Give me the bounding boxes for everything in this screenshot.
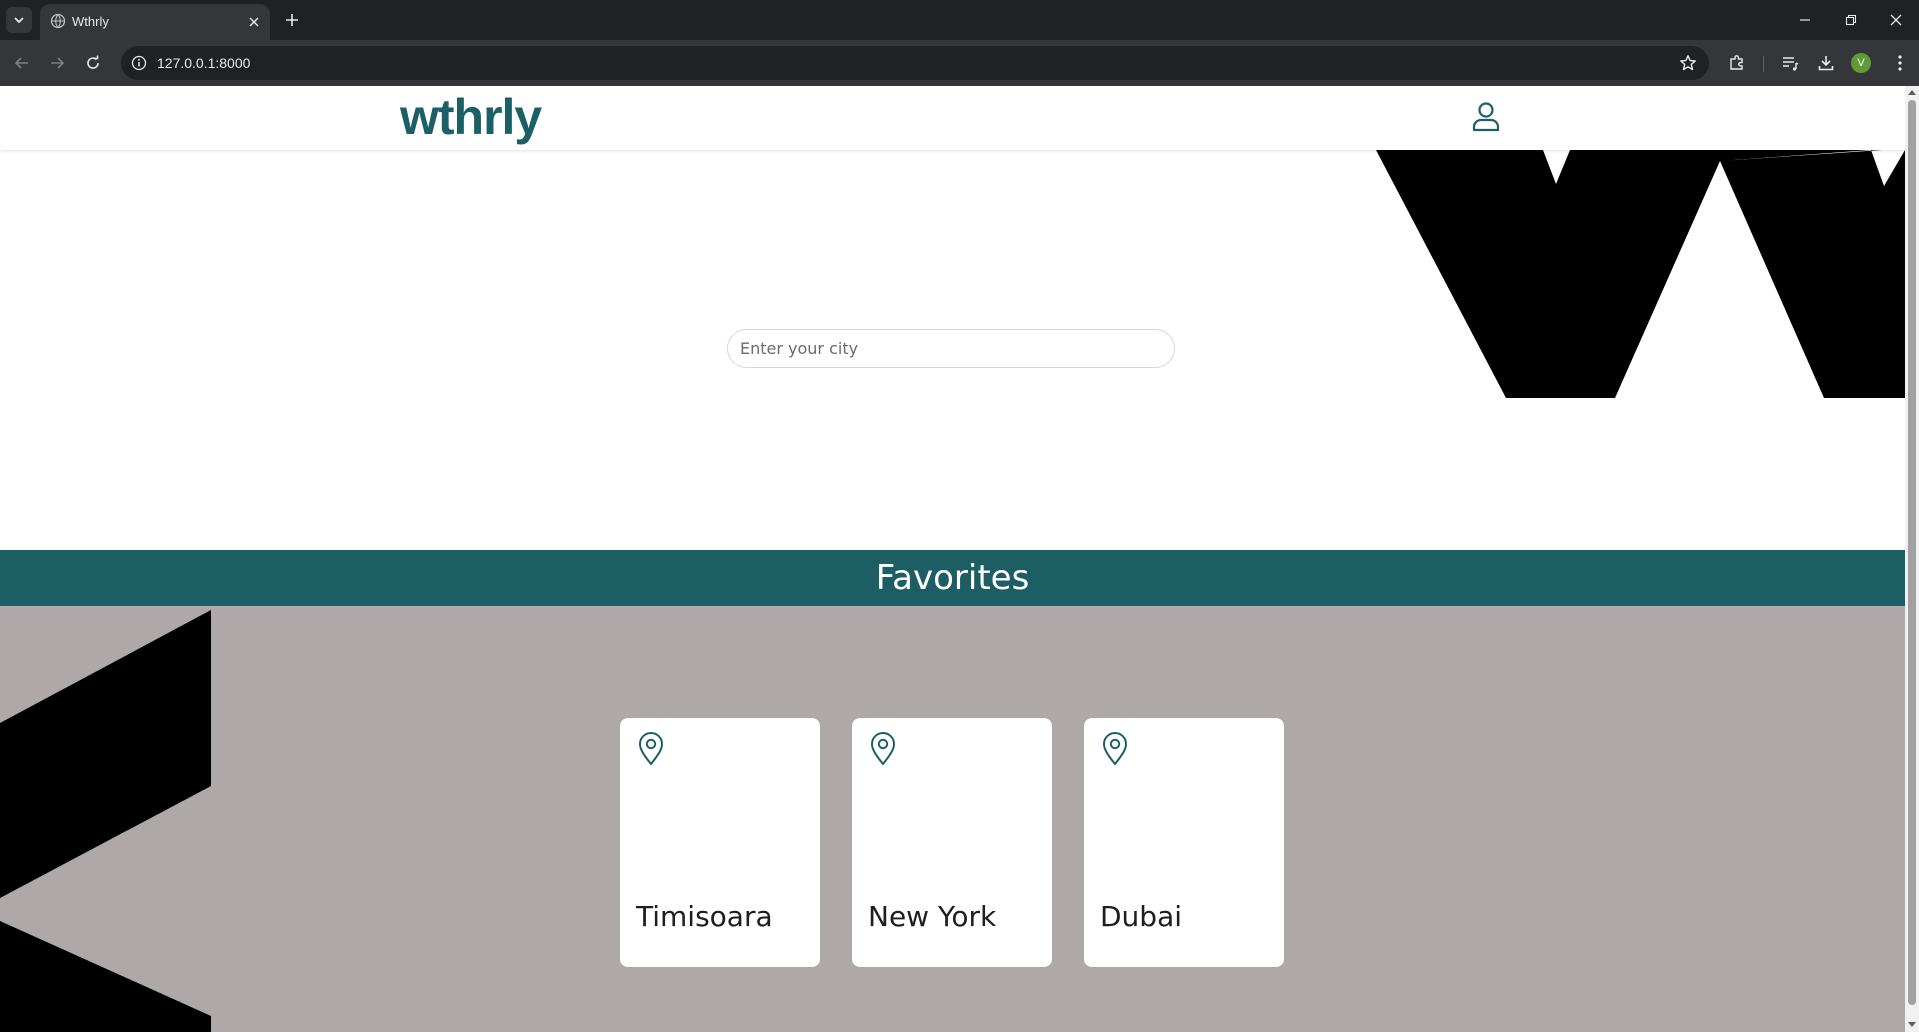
minimize-button[interactable] [1785, 6, 1825, 34]
reload-icon [87, 55, 99, 69]
browser-tab-bar: Wthrly [0, 0, 1919, 40]
restore-icon [1845, 14, 1857, 26]
favorite-card[interactable]: New York [852, 718, 1052, 967]
decorative-k-shape [0, 610, 211, 1032]
url-text[interactable]: 127.0.0.1:8000 [157, 55, 250, 71]
scroll-down-arrow[interactable] [1908, 1022, 1916, 1027]
playlist-icon [1783, 57, 1799, 71]
favorite-city-name: New York [868, 900, 997, 933]
profile-avatar[interactable]: V [1851, 53, 1871, 73]
puzzle-icon [1730, 55, 1743, 70]
back-button[interactable] [10, 51, 34, 75]
download-icon [1818, 56, 1834, 71]
browser-menu-button[interactable] [1889, 52, 1911, 74]
arrow-left-icon [14, 57, 28, 69]
extensions-button[interactable] [1726, 52, 1748, 74]
browser-toolbar: 127.0.0.1:8000 V [0, 40, 1919, 86]
page-scrollbar[interactable] [1905, 86, 1919, 1032]
favorites-header: Favorites [0, 550, 1905, 606]
location-pin-icon [871, 732, 895, 765]
plus-icon [286, 14, 298, 26]
favorites-section: Timisoara New York Dubai [0, 606, 1905, 1032]
close-icon [1890, 14, 1902, 26]
favorite-city-name: Dubai [1100, 900, 1183, 933]
location-pin-icon [1103, 732, 1127, 765]
favorite-card[interactable]: Timisoara [620, 718, 820, 967]
minimize-icon [1800, 19, 1810, 21]
downloads-button[interactable] [1815, 52, 1837, 74]
scroll-thumb[interactable] [1908, 100, 1916, 1005]
browser-tab[interactable]: Wthrly [40, 4, 270, 40]
forward-button[interactable] [45, 51, 69, 75]
favorite-card[interactable]: Dubai [1084, 718, 1284, 967]
chevron-down-icon [14, 17, 24, 24]
globe-icon [50, 13, 66, 29]
favorite-city-name: Timisoara [636, 900, 773, 933]
user-profile-icon[interactable] [1471, 101, 1501, 133]
tab-title: Wthrly [72, 14, 109, 29]
new-tab-button[interactable] [280, 8, 304, 32]
close-icon [249, 17, 259, 27]
scroll-up-arrow[interactable] [1908, 90, 1916, 95]
close-window-button[interactable] [1876, 6, 1916, 34]
favorites-title: Favorites [875, 558, 1030, 598]
hero-section [0, 150, 1905, 550]
more-vertical-icon [1898, 55, 1902, 71]
toolbar-divider [1763, 56, 1764, 72]
tab-search-button[interactable] [6, 7, 32, 33]
address-bar[interactable]: 127.0.0.1:8000 [121, 46, 1709, 80]
site-logo[interactable]: wthrly [400, 88, 542, 146]
site-header: wthrly [0, 86, 1905, 150]
page-viewport: wthrly Favorites Timisoara [0, 86, 1905, 1032]
arrow-right-icon [51, 57, 65, 69]
location-pin-icon [639, 732, 663, 765]
bookmark-star-icon[interactable] [1679, 54, 1697, 72]
reload-button[interactable] [81, 51, 105, 75]
info-icon[interactable] [131, 55, 147, 71]
restore-button[interactable] [1831, 6, 1871, 34]
media-controls-button[interactable] [1779, 52, 1801, 74]
tab-close-button[interactable] [244, 12, 264, 32]
city-search-input[interactable] [727, 329, 1175, 368]
